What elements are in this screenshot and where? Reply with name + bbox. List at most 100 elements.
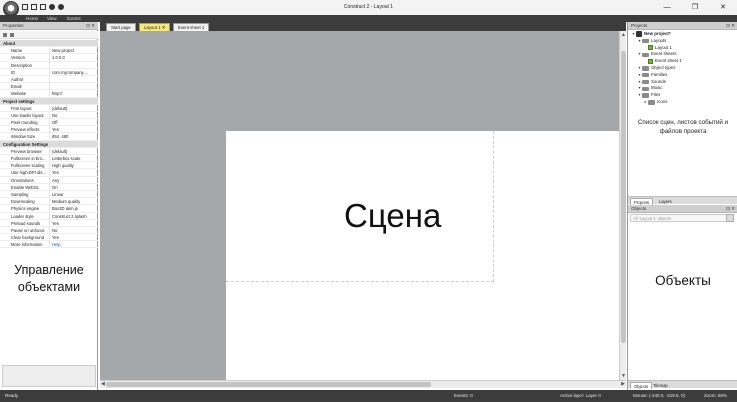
tree-item[interactable]: ▾ Sounds	[628, 79, 737, 86]
property-row[interactable]: Clear background Yes	[0, 234, 98, 242]
menu-view[interactable]: View	[47, 16, 57, 21]
property-value[interactable]: http://	[50, 90, 98, 96]
property-value[interactable]: Medium quality	[50, 198, 98, 204]
tree-item[interactable]: Layout 1	[628, 45, 737, 52]
property-row[interactable]: Email	[0, 83, 98, 91]
property-row[interactable]: Use loader layout No	[0, 111, 98, 120]
property-value[interactable]: New project	[50, 47, 98, 53]
tab-objects[interactable]: Objects	[630, 382, 653, 389]
property-value[interactable]: Off	[50, 119, 98, 125]
scroll-right-icon[interactable]: ▶	[621, 381, 625, 387]
property-row[interactable]: Pause on unfocus No	[0, 226, 98, 235]
filter-icon[interactable]	[726, 214, 734, 222]
property-value[interactable]: Construct 2 splash	[50, 213, 98, 219]
property-row[interactable]: Website http://	[0, 90, 98, 98]
pin-icon[interactable]: ⊡ ✕	[86, 22, 95, 30]
layout-view[interactable]: Сцена	[100, 31, 619, 380]
sort-icon[interactable]	[10, 33, 14, 37]
maximize-button[interactable]: ❐	[681, 0, 709, 15]
property-value[interactable]: On	[50, 184, 98, 190]
property-row[interactable]: Downscaling Medium quality	[0, 198, 98, 206]
property-row[interactable]: First layout (default)	[0, 104, 98, 112]
property-value[interactable]: High quality	[50, 162, 98, 168]
property-value[interactable]	[50, 83, 98, 89]
property-row[interactable]: Enable WebGL On	[0, 183, 98, 191]
tab-layout-1[interactable]: Layout 1 ✕	[139, 23, 171, 31]
minimize-button[interactable]: —	[653, 0, 681, 15]
scroll-down-icon[interactable]: ▼	[621, 373, 626, 379]
property-value[interactable]	[50, 62, 98, 68]
property-value[interactable]: No	[50, 227, 98, 233]
tab-event-sheet-1[interactable]: Event sheet 1	[173, 23, 210, 31]
menu-home[interactable]: Home	[26, 16, 38, 21]
property-value[interactable]: Letterbox scale	[50, 155, 98, 161]
pin-icon[interactable]: ⊡ ✕	[726, 22, 735, 30]
folder-icon	[642, 93, 649, 98]
property-row[interactable]: Physics engine Box2D asm.js	[0, 205, 98, 213]
property-value[interactable]: (default)	[50, 148, 98, 154]
tree-item[interactable]: ▸ Icons	[628, 99, 737, 106]
app-logo-button[interactable]	[3, 1, 19, 17]
property-row[interactable]: Orientations Any	[0, 176, 98, 184]
property-row[interactable]: Preview effects Yes	[0, 126, 98, 134]
tree-item[interactable]: ▾ Event sheets	[628, 51, 737, 58]
property-value[interactable]: Yes	[50, 234, 98, 240]
property-name: Window Size	[0, 133, 50, 140]
vertical-scroll-thumb[interactable]	[621, 51, 626, 343]
property-row[interactable]: Preview browser (default)	[0, 147, 98, 155]
pin-icon[interactable]: ⊡ ✕	[726, 205, 735, 213]
property-row[interactable]: Fullscreen in bro... Letterbox scale	[0, 155, 98, 163]
close-tab-icon[interactable]: ✕	[162, 25, 166, 30]
property-row[interactable]: ID com.mycompany....	[0, 68, 98, 76]
help-link[interactable]: Help	[50, 241, 98, 247]
scroll-left-icon[interactable]: ◀	[101, 381, 105, 387]
property-row[interactable]: Fullscreen scaling High quality	[0, 162, 98, 170]
property-row[interactable]: Preload sounds Yes	[0, 219, 98, 227]
property-value[interactable]: Linear	[50, 191, 98, 197]
property-row[interactable]: Pixel rounding Off	[0, 119, 98, 127]
objects-filter-input[interactable]: All 'Layout 1' objects	[630, 214, 734, 222]
property-value[interactable]: Yes	[50, 126, 98, 132]
tree-item[interactable]: Event sheet 1	[628, 58, 737, 65]
scroll-up-icon[interactable]: ▲	[621, 32, 626, 38]
property-section[interactable]: Configuration Settings	[0, 140, 98, 148]
property-value[interactable]: Yes	[50, 220, 98, 226]
property-value[interactable]: com.mycompany....	[50, 69, 98, 75]
property-section[interactable]: Project settings	[0, 97, 98, 105]
property-value[interactable]: Box2D asm.js	[50, 205, 98, 211]
tree-item[interactable]: ▾ Files	[628, 92, 737, 99]
tree-item[interactable]: ▾ Layouts	[628, 38, 737, 45]
property-row[interactable]: Description	[0, 61, 98, 69]
close-button[interactable]: ✕	[709, 0, 737, 15]
property-row[interactable]: Window Size 854, 480	[0, 133, 98, 141]
tab-tilemap[interactable]: Tilemap	[650, 382, 671, 389]
property-value[interactable]: No	[50, 112, 98, 118]
tree-item[interactable]: ▾ Music	[628, 85, 737, 92]
categorized-icon[interactable]	[3, 33, 7, 37]
tab-projects[interactable]: Projects	[630, 198, 654, 205]
property-row[interactable]: Sampling Linear	[0, 190, 98, 199]
tree-item[interactable]: ▾ Families	[628, 72, 737, 79]
property-row[interactable]: Author	[0, 75, 98, 84]
property-value[interactable]: Any	[50, 177, 98, 183]
property-row[interactable]: More information Help	[0, 241, 98, 249]
horizontal-scrollbar[interactable]: ◀ ▶	[100, 380, 626, 388]
property-row[interactable]: Use high-DPI dis... Yes	[0, 169, 98, 177]
property-value[interactable]	[50, 76, 98, 82]
property-value[interactable]: Yes	[50, 169, 98, 175]
property-row[interactable]: Version 1.0.0.0	[0, 54, 98, 62]
property-value[interactable]: 1.0.0.0	[50, 54, 98, 60]
property-row[interactable]: Name New project	[0, 47, 98, 55]
tree-item[interactable]: ▾ New project*	[628, 31, 737, 38]
layout-canvas[interactable]: Сцена	[226, 131, 619, 380]
horizontal-scroll-thumb[interactable]	[106, 382, 431, 387]
property-section[interactable]: About	[0, 40, 98, 48]
tab-layers[interactable]: Layers	[656, 198, 675, 205]
property-value[interactable]: 854, 480	[50, 133, 98, 139]
vertical-scrollbar[interactable]: ▲ ▼	[619, 31, 626, 380]
property-value[interactable]: (default)	[50, 105, 98, 111]
property-row[interactable]: Loader style Construct 2 splash	[0, 212, 98, 220]
menu-events[interactable]: Events	[67, 16, 81, 21]
tree-item[interactable]: ▾ Object types	[628, 65, 737, 72]
tab-start-page[interactable]: Start page	[106, 23, 136, 31]
